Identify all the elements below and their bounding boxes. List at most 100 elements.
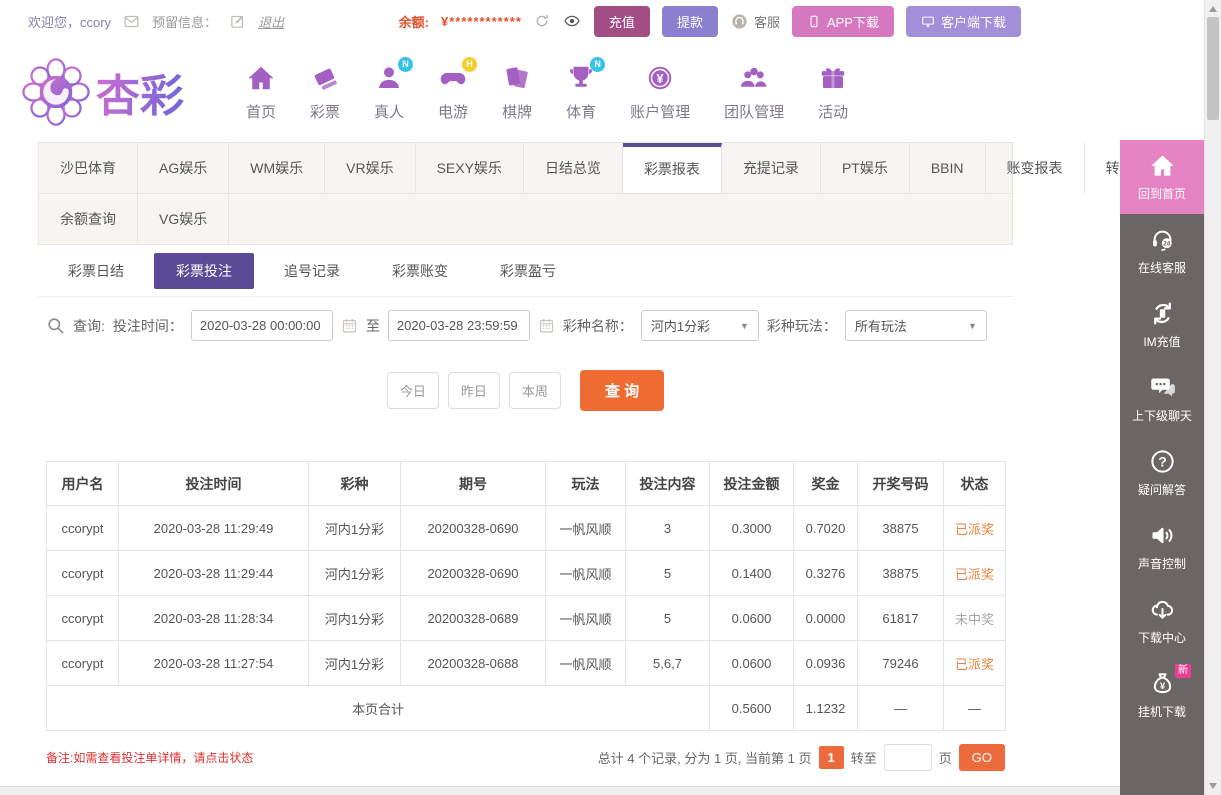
quickbar-item-service24[interactable]: 24 在线客服 xyxy=(1120,214,1204,288)
tab-row1-4[interactable]: SEXY娱乐 xyxy=(416,143,524,193)
table-cell: 一帆风顺 xyxy=(545,550,626,596)
summary-cell: 1.1232 xyxy=(793,685,858,731)
side-quickbar: 回到首页 24 在线客服 IM充值 上下级聊天? 疑问解答 声音控制下载中心 ¥ 挂机下载 新 xyxy=(1120,140,1204,795)
top-bar-right: 余额: ¥************ 充值 提款 客服 APP下载 客户端下载 xyxy=(399,5,1021,37)
welcome-text: 欢迎您，ccory xyxy=(28,14,112,30)
search-button[interactable]: 查 询 xyxy=(579,370,665,411)
status-badge[interactable]: 未中奖 xyxy=(943,595,1006,641)
subtab-0[interactable]: 彩票日结 xyxy=(46,253,146,289)
date-to-input[interactable]: 2020-03-28 23:59:59 xyxy=(387,310,530,341)
eye-icon[interactable] xyxy=(562,13,582,29)
nav-item-ticket[interactable]: 彩票 xyxy=(310,63,340,122)
table-header-cell: 奖金 xyxy=(793,461,858,506)
tab-row1-1[interactable]: AG娱乐 xyxy=(138,143,230,193)
nav-item-gamepad[interactable]: H 电游 xyxy=(438,56,478,122)
horizontal-scrollbar[interactable] xyxy=(0,786,1120,795)
current-page-badge[interactable]: 1 xyxy=(818,746,844,769)
nav-item-person[interactable]: N 真人 xyxy=(374,56,414,122)
tab-row1-9[interactable]: BBIN xyxy=(910,143,986,193)
status-badge[interactable]: 已派奖 xyxy=(943,550,1006,596)
today-button[interactable]: 今日 xyxy=(386,372,439,409)
table-cell: 5 xyxy=(625,550,710,596)
client-download-button[interactable]: 客户端下载 xyxy=(905,5,1021,37)
table-cell: 20200328-0690 xyxy=(400,505,546,551)
scroll-up-arrow-icon[interactable] xyxy=(1209,6,1217,12)
nav-item-team[interactable]: 团队管理 xyxy=(724,63,784,122)
quickbar-label: 下载中心 xyxy=(1137,631,1186,645)
go-button[interactable]: GO xyxy=(958,744,1005,771)
moneybag-icon: ¥ xyxy=(1149,670,1176,697)
badge-h: H xyxy=(462,56,478,72)
table-cell: 2020-03-28 11:29:44 xyxy=(118,550,309,596)
nav-item-home[interactable]: 首页 xyxy=(246,63,276,122)
edit-icon[interactable] xyxy=(229,13,246,30)
date-from-input[interactable]: 2020-03-28 00:00:00 xyxy=(190,310,333,341)
bet-records-table: 用户名 投注时间 彩种 期号 玩法 投注内容 投注金额 奖金 开奖号码 状态 ccorypt 202… xyxy=(46,461,1006,731)
logo-flower-icon xyxy=(22,58,90,126)
tab-row1-3[interactable]: VR娱乐 xyxy=(325,143,416,193)
subtab-2[interactable]: 追号记录 xyxy=(262,253,362,289)
quickbar-label: 疑问解答 xyxy=(1137,483,1186,497)
chat-icon xyxy=(1149,374,1176,401)
tab-row1-7[interactable]: 充提记录 xyxy=(722,143,821,193)
quickbar-item-moneybag[interactable]: ¥ 挂机下载 新 xyxy=(1120,658,1204,732)
calendar-icon[interactable] xyxy=(538,317,555,334)
service24-icon: 24 xyxy=(1149,226,1176,253)
yesterday-button[interactable]: 昨日 xyxy=(447,372,500,409)
vertical-scrollbar[interactable] xyxy=(1204,0,1221,795)
recharge-button[interactable]: 充值 xyxy=(593,5,650,37)
table-cell: ccorypt xyxy=(46,595,119,641)
subtab-3[interactable]: 彩票账变 xyxy=(370,253,470,289)
envelope-icon[interactable] xyxy=(123,13,140,30)
table-cell: 河内1分彩 xyxy=(308,505,401,551)
app-download-button[interactable]: APP下载 xyxy=(791,5,894,37)
goto-page-input[interactable] xyxy=(883,744,932,771)
table-cell: 0.1400 xyxy=(709,550,794,596)
customer-service-link[interactable]: 客服 xyxy=(730,12,780,31)
play-type-select[interactable]: 所有玩法 ▼ xyxy=(844,310,987,341)
play-type-value: 所有玩法 xyxy=(854,319,907,334)
tab-row1-6[interactable]: 彩票报表 xyxy=(622,143,722,193)
app-download-label: APP下载 xyxy=(826,14,879,30)
lottery-name-select[interactable]: 河内1分彩 ▼ xyxy=(640,310,759,341)
scrollbar-thumb[interactable] xyxy=(1207,17,1219,120)
customer-service-label: 客服 xyxy=(753,14,780,30)
logo-text: 杏彩 xyxy=(96,60,184,124)
calendar-icon[interactable] xyxy=(341,317,358,334)
quick-filter-row: 今日 昨日 本周 查 询 xyxy=(38,370,1013,411)
table-cell: 20200328-0688 xyxy=(400,640,546,686)
withdraw-button[interactable]: 提款 xyxy=(661,5,718,37)
subtab-4[interactable]: 彩票盈亏 xyxy=(478,253,578,289)
status-badge[interactable]: 已派奖 xyxy=(943,640,1006,686)
table-footer: 备注:如需查看投注单详情，请点击状态 总计 4 个记录, 分为 1 页, 当前第… xyxy=(46,744,1005,771)
status-badge[interactable]: 已派奖 xyxy=(943,505,1006,551)
quickbar-item-question[interactable]: ? 疑问解答 xyxy=(1120,436,1204,510)
tab-row1-0[interactable]: 沙巴体育 xyxy=(39,143,138,193)
logout-link[interactable]: 退出 xyxy=(258,12,284,31)
nav-item-cards[interactable]: 棋牌 xyxy=(502,63,532,122)
nav-item-coin[interactable]: ¥ 账户管理 xyxy=(630,63,690,122)
nav-item-gift[interactable]: 活动 xyxy=(818,63,848,122)
quickbar-item-download[interactable]: 下载中心 xyxy=(1120,584,1204,658)
refresh-icon[interactable] xyxy=(534,13,550,29)
quickbar-item-chat[interactable]: 上下级聊天 xyxy=(1120,362,1204,436)
tab-row1-5[interactable]: 日结总览 xyxy=(524,143,623,193)
tab-row2-0[interactable]: 余额查询 xyxy=(39,194,138,244)
table-cell: 3 xyxy=(625,505,710,551)
site-logo[interactable]: 杏彩 xyxy=(22,58,184,126)
tab-row1-8[interactable]: PT娱乐 xyxy=(821,143,910,193)
gamepad-icon: H xyxy=(438,56,478,93)
tab-row1-2[interactable]: WM娱乐 xyxy=(229,143,326,193)
table-header-cell: 玩法 xyxy=(545,461,626,506)
scroll-down-arrow-icon[interactable] xyxy=(1209,783,1217,789)
tab-row1-10[interactable]: 账变报表 xyxy=(986,143,1085,193)
quickbar-item-home[interactable]: 回到首页 xyxy=(1120,140,1204,214)
tab-row2-1[interactable]: VG娱乐 xyxy=(138,194,230,244)
table-cell: 0.3276 xyxy=(793,550,858,596)
quickbar-item-sound[interactable]: 声音控制 xyxy=(1120,510,1204,584)
this-week-button[interactable]: 本周 xyxy=(508,372,561,409)
subtab-1[interactable]: 彩票投注 xyxy=(154,252,254,289)
quickbar-item-im-recharge[interactable]: IM充值 xyxy=(1120,288,1204,362)
nav-item-trophy[interactable]: N 体育 xyxy=(566,56,606,122)
table-row: ccorypt 2020-03-28 11:28:34 河内1分彩 20200328-… xyxy=(46,595,1006,641)
